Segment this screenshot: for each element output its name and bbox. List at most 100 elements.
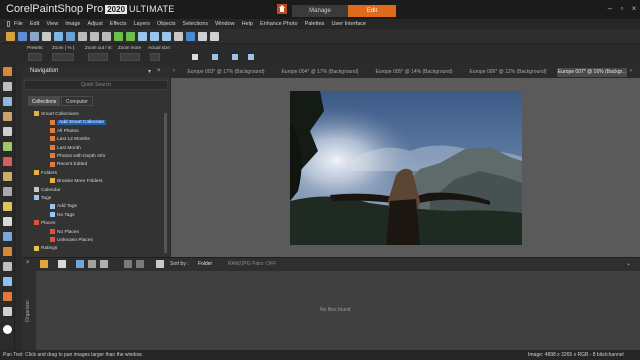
tree-item[interactable]: Browse More Folders (50, 178, 103, 185)
menu-user-interface[interactable]: User Interface (331, 21, 366, 27)
pin-panel-icon[interactable]: ▾ (148, 68, 151, 75)
copy-icon[interactable] (90, 31, 99, 41)
close-panel-icon[interactable]: × (157, 68, 161, 74)
retouch-icon[interactable] (100, 260, 108, 268)
maximize-icon[interactable]: ▫ (617, 4, 627, 14)
organizer-menu-icon[interactable]: ⌄ (626, 260, 631, 267)
print-icon[interactable] (30, 31, 39, 41)
fit-window-icon[interactable] (192, 54, 198, 60)
tab-scroll-left-icon[interactable]: ‹ (173, 68, 175, 74)
menu-palettes[interactable]: Palettes (305, 21, 325, 27)
tab-manage[interactable]: Manage (292, 5, 348, 17)
rotate-left-icon[interactable] (124, 260, 132, 268)
pan-tool-icon[interactable] (3, 67, 12, 76)
thumbnail-view-icon[interactable] (58, 260, 66, 268)
menu-enhance-photo[interactable]: Enhance Photo (260, 21, 298, 27)
fit-image-icon[interactable] (212, 54, 218, 60)
flood-fill-icon[interactable] (3, 247, 12, 256)
layers-icon[interactable] (210, 31, 219, 41)
full-screen-icon[interactable] (174, 31, 183, 41)
tree-item[interactable]: Places (34, 220, 55, 227)
actual-size-button[interactable] (150, 53, 160, 61)
text-tool-icon[interactable] (3, 262, 12, 271)
tree-item[interactable]: Recent Edited (50, 161, 87, 168)
eraser-tool-icon[interactable] (3, 217, 12, 226)
warp-tool-icon[interactable] (3, 307, 12, 316)
tag-filter-icon[interactable] (156, 260, 164, 268)
doc-tab[interactable]: Europe 003* @ 17% (Background) (180, 68, 272, 77)
edit-image-icon[interactable] (88, 260, 96, 268)
navigation-scrollbar[interactable] (164, 113, 167, 253)
new-icon[interactable] (42, 31, 51, 41)
sort-by-dropdown[interactable]: Folder (198, 261, 212, 267)
close-icon[interactable]: × (629, 4, 639, 14)
makeover-tool-icon[interactable] (3, 172, 12, 181)
zoom-in-icon[interactable] (138, 31, 147, 41)
save-as-icon[interactable] (54, 31, 63, 41)
tab-edit[interactable]: Edit (348, 5, 396, 17)
straighten-tool-icon[interactable] (3, 142, 12, 151)
share-icon[interactable] (186, 31, 195, 41)
fit-selection-icon[interactable] (248, 54, 254, 60)
undo-icon[interactable] (114, 31, 123, 41)
home-icon[interactable] (277, 4, 287, 14)
zoom-input[interactable] (52, 53, 74, 61)
tree-item[interactable]: Last Month (50, 144, 81, 152)
gradient-tool-icon[interactable] (3, 232, 12, 241)
pick-tool-icon[interactable] (3, 82, 12, 91)
zoom-out-icon[interactable] (150, 31, 159, 41)
doc-tab[interactable]: Europe 005* @ 14% (Background) (368, 68, 460, 77)
menu-window[interactable]: Window (215, 21, 235, 27)
photo-image[interactable] (290, 91, 522, 245)
selection-tool-icon[interactable] (3, 97, 12, 106)
doc-tab-active[interactable]: Europe 007* @ 16% (Backgr... (557, 68, 627, 77)
quick-search-input[interactable]: Quick Search (24, 80, 168, 90)
menu-help[interactable]: Help (242, 21, 253, 27)
menu-objects[interactable]: Objects (157, 21, 176, 27)
rotate-right-icon[interactable] (136, 260, 144, 268)
tree-item[interactable]: No Tags (50, 212, 75, 219)
menu-edit[interactable]: Edit (30, 21, 39, 27)
doc-tab[interactable]: Europe 006* @ 12% (Background) (462, 68, 554, 77)
info-view-icon[interactable] (76, 260, 84, 268)
menu-adjust[interactable]: Adjust (87, 21, 102, 27)
tree-item[interactable]: Add Tags (50, 203, 77, 210)
raw-jpg-filter[interactable]: RAW/JPG Pairs: OFF (228, 261, 276, 267)
cut-icon[interactable] (78, 31, 87, 41)
shape-tool-icon[interactable] (3, 277, 12, 286)
menu-layers[interactable]: Layers (134, 21, 151, 27)
tab-computer[interactable]: Computer (61, 96, 93, 106)
pen-tool-icon[interactable] (3, 292, 12, 301)
doc-tab[interactable]: Europe 004* @ 17% (Background) (274, 68, 366, 77)
tree-item[interactable]: Last 12 Months (50, 136, 90, 143)
tree-item[interactable]: Ratings (34, 245, 57, 252)
menu-view[interactable]: View (46, 21, 58, 27)
foreground-color-icon[interactable] (3, 325, 12, 334)
tree-item[interactable]: Smart Collections (34, 111, 79, 118)
presets-dropdown[interactable] (28, 53, 42, 61)
minimize-icon[interactable]: – (605, 4, 615, 14)
red-eye-tool-icon[interactable] (3, 157, 12, 166)
zoom-out-in-buttons[interactable] (88, 53, 108, 61)
crop-tool-icon[interactable] (3, 127, 12, 136)
tree-item[interactable]: All Photos (50, 128, 79, 135)
menu-file[interactable]: File (14, 21, 23, 27)
open-icon[interactable] (6, 31, 15, 41)
tree-item[interactable]: Unknown Places (50, 237, 93, 244)
paint-brush-icon[interactable] (3, 202, 12, 211)
fit-icon[interactable] (162, 31, 171, 41)
redo-icon[interactable] (126, 31, 135, 41)
paste-icon[interactable] (102, 31, 111, 41)
tree-item[interactable]: Photos with Depth Info (50, 153, 105, 160)
dropper-tool-icon[interactable] (3, 112, 12, 121)
zoom-more-buttons[interactable] (120, 53, 140, 61)
script-icon[interactable] (198, 31, 207, 41)
tab-collections[interactable]: Collections (28, 96, 60, 106)
tab-scroll-right-icon[interactable]: › (630, 68, 632, 74)
tree-item[interactable]: Calendar (34, 186, 60, 194)
menu-image[interactable]: Image (65, 21, 80, 27)
menu-selections[interactable]: Selections (183, 21, 208, 27)
fit-screen-icon[interactable] (232, 54, 238, 60)
tree-item[interactable]: Folders (34, 170, 57, 177)
image-icon[interactable] (66, 31, 75, 41)
